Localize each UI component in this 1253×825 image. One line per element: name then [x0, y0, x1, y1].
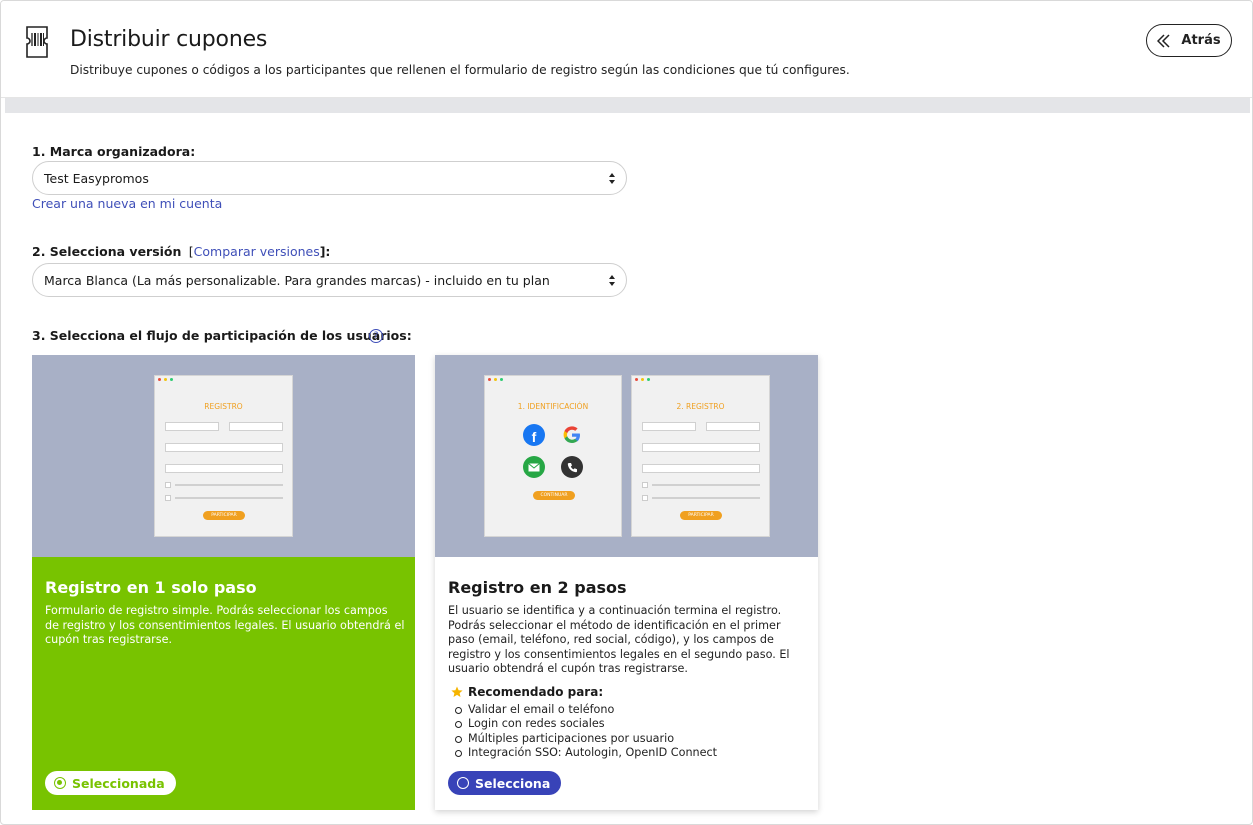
window-dots [158, 378, 173, 381]
window-dots [488, 378, 503, 381]
radio-unchecked-icon [457, 777, 469, 789]
back-button[interactable]: Atrás [1146, 24, 1232, 57]
compare-close: ]: [319, 244, 331, 259]
header-divider [5, 98, 1250, 113]
app-frame: Distribuir cupones Distribuye cupones o … [0, 0, 1253, 825]
two-step-preview: 1. IDENTIFICACIÓN f CONTINUAR 2. REGISTR… [435, 355, 818, 557]
facebook-icon: f [523, 424, 545, 446]
page-header: Distribuir cupones Distribuye cupones o … [1, 1, 1252, 98]
mock-registration-form: 2. REGISTRO PARTICIPAR [631, 375, 770, 537]
page-subtitle: Distribuye cupones o códigos a los parti… [70, 63, 850, 77]
mock-checkbox [165, 482, 171, 488]
mock-field [165, 464, 283, 473]
mock-checkbox [642, 495, 648, 501]
mock-line [175, 484, 283, 486]
google-icon [561, 424, 583, 446]
mock-identification-form: 1. IDENTIFICACIÓN f CONTINUAR [484, 375, 622, 537]
mock-field [165, 422, 219, 431]
mock-registration-form: REGISTRO PARTICIPAR [154, 375, 293, 537]
help-icon[interactable]: ? [369, 329, 383, 343]
version-label: 2. Selecciona versión [Comparar versione… [32, 244, 330, 259]
double-chevron-left-icon [1157, 33, 1170, 48]
brand-label: 1. Marca organizadora: [32, 144, 196, 159]
brand-select-value: Test Easypromos [44, 170, 149, 186]
recommended-title: Recomendado para: [468, 685, 604, 699]
mock-form-title: REGISTRO [204, 402, 243, 411]
flow-label: 3. Selecciona el flujo de participación … [32, 328, 412, 343]
page-title: Distribuir cupones [70, 27, 268, 52]
compare-versions-link[interactable]: Comparar versiones [194, 244, 320, 259]
phone-icon [561, 456, 583, 478]
mock-participate-button: PARTICIPAR [680, 511, 722, 520]
mock-checkbox [165, 495, 171, 501]
mock-line [652, 497, 760, 499]
mock-step2-title: 2. REGISTRO [676, 402, 725, 411]
brand-select[interactable]: Test Easypromos [32, 161, 627, 195]
mock-field [642, 443, 760, 452]
select-arrows-icon [609, 173, 615, 184]
card-description: El usuario se identifica y a continuació… [448, 604, 790, 676]
flow-card-two-step[interactable]: 1. IDENTIFICACIÓN f CONTINUAR 2. REGISTR… [435, 355, 818, 810]
recommended-heading: Recomendado para: [451, 685, 603, 699]
one-step-preview: REGISTRO PARTICIPAR [32, 355, 415, 557]
mock-line [652, 484, 760, 486]
mock-participate-button: PARTICIPAR [203, 511, 245, 520]
selected-button[interactable]: Seleccionada [45, 771, 176, 795]
mock-field [229, 422, 283, 431]
card-title: Registro en 2 pasos [448, 578, 627, 597]
back-button-label: Atrás [1181, 33, 1221, 48]
select-button[interactable]: Selecciona [448, 771, 562, 795]
select-button-label: Selecciona [475, 775, 551, 791]
recommended-list: Validar el email o teléfono Login con re… [455, 703, 717, 760]
version-select-value: Marca Blanca (La más personalizable. Par… [44, 272, 550, 288]
flow-card-one-step[interactable]: REGISTRO PARTICIPAR Registro en 1 solo p… [32, 355, 415, 810]
mock-checkbox [642, 482, 648, 488]
version-label-text: 2. Selecciona versión [32, 244, 182, 259]
coupon-icon [26, 26, 48, 58]
list-item: Integración SSO: Autologin, OpenID Conne… [455, 746, 717, 760]
radio-checked-icon [54, 777, 66, 789]
selected-button-label: Seleccionada [72, 775, 165, 791]
card-description: Formulario de registro simple. Podrás se… [45, 604, 405, 647]
mock-continue-button: CONTINUAR [533, 491, 575, 500]
mock-field [642, 464, 760, 473]
mock-field [165, 443, 283, 452]
card-title: Registro en 1 solo paso [45, 578, 257, 597]
window-dots [635, 378, 650, 381]
mock-field [642, 422, 696, 431]
list-item: Múltiples participaciones por usuario [455, 732, 717, 746]
star-icon [451, 686, 463, 697]
list-item: Login con redes sociales [455, 717, 717, 731]
mock-line [175, 497, 283, 499]
mock-step1-title: 1. IDENTIFICACIÓN [517, 402, 589, 411]
email-icon [523, 456, 545, 478]
version-select[interactable]: Marca Blanca (La más personalizable. Par… [32, 263, 627, 297]
list-item: Validar el email o teléfono [455, 703, 717, 717]
select-arrows-icon [609, 275, 615, 286]
create-brand-link[interactable]: Crear una nueva en mi cuenta [32, 196, 222, 211]
mock-field [706, 422, 760, 431]
